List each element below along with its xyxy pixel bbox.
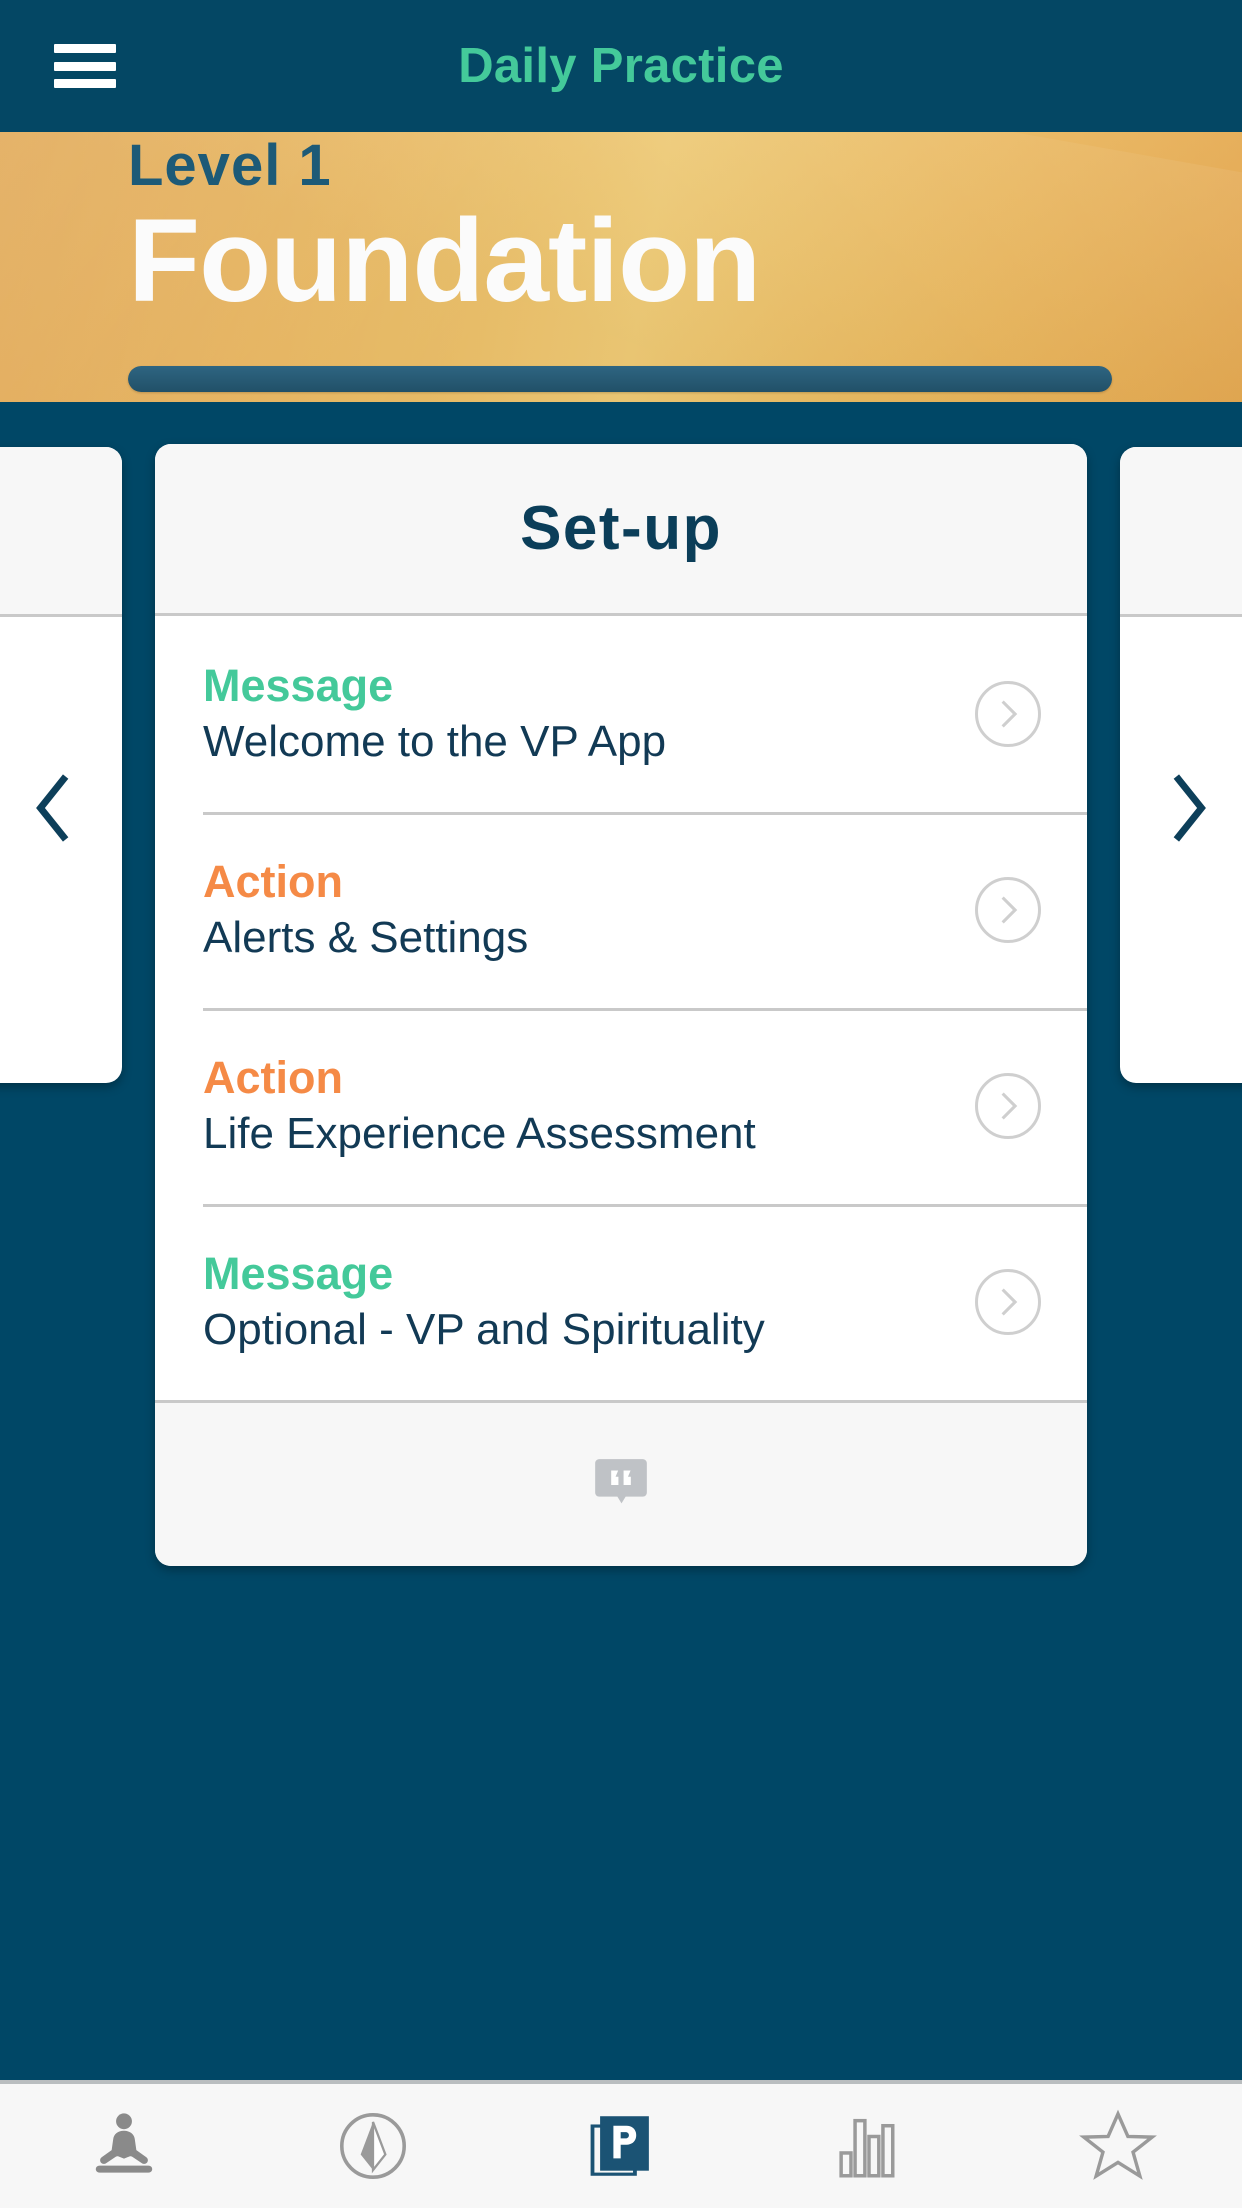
carousel-card-active: Set-up Message Welcome to the VP App Actio…	[155, 444, 1087, 1566]
quote-bubble-icon[interactable]	[590, 1454, 652, 1516]
list-item-open-button[interactable]	[975, 1073, 1041, 1139]
bar-chart-icon	[839, 2118, 895, 2178]
card-header: Set-up	[155, 444, 1087, 616]
bottom-navigation-bar	[0, 2080, 1242, 2208]
list-item-kind: Action	[203, 1052, 343, 1104]
list-item[interactable]: Action Alerts & Settings	[155, 812, 1087, 1008]
list-item-text: Action Alerts & Settings	[203, 855, 949, 965]
list-item-text: Message Welcome to the VP App	[203, 659, 949, 769]
list-item-kind: Action	[203, 856, 343, 908]
carousel-card-next-peek[interactable]	[1120, 447, 1242, 1083]
hamburger-menu-icon[interactable]	[54, 44, 116, 88]
list-item-open-button[interactable]	[975, 877, 1041, 943]
list-item-open-button[interactable]	[975, 1269, 1041, 1335]
level-banner-text: Level 1 Foundation	[128, 133, 1112, 327]
meditation-icon	[96, 2113, 153, 2173]
compass-navigation-icon	[339, 2113, 406, 2179]
list-item-text: Action Life Experience Assessment	[203, 1051, 949, 1161]
carousel-prev-button[interactable]	[12, 768, 92, 848]
nav-item-compass[interactable]	[248, 2084, 496, 2208]
app-root: Daily Practice Level 1 Foundation Set-up	[0, 0, 1242, 2208]
list-item-open-button[interactable]	[975, 681, 1041, 747]
level-progress-fill	[128, 365, 1112, 392]
carousel-card-previous-peek[interactable]	[0, 447, 122, 1083]
hamburger-bar-2	[54, 61, 116, 71]
nav-item-favorites[interactable]	[994, 2084, 1242, 2208]
practice-p-book-icon	[590, 2116, 649, 2176]
list-item-text: Message Optional - VP and Spirituality	[203, 1247, 949, 1357]
nav-item-meditation[interactable]	[0, 2084, 248, 2208]
app-bar: Daily Practice	[0, 0, 1242, 132]
card-footer	[155, 1400, 1087, 1566]
chevron-right-circle-icon	[1001, 1092, 1018, 1120]
level-label: Level 1	[128, 133, 332, 199]
chevron-left-icon	[36, 774, 69, 842]
level-title: Foundation	[128, 194, 761, 327]
hamburger-bar-3	[54, 79, 116, 88]
hamburger-bar-1	[54, 44, 116, 53]
level-progress-bar	[128, 365, 1112, 392]
list-item[interactable]: Action Life Experience Assessment	[155, 1008, 1087, 1204]
card-title: Set-up	[520, 494, 722, 563]
nav-item-progress[interactable]	[745, 2084, 993, 2208]
list-item-title: Welcome to the VP App	[203, 717, 667, 767]
chevron-right-circle-icon	[1001, 1288, 1018, 1316]
carousel-next-button[interactable]	[1150, 768, 1230, 848]
star-icon	[1078, 2109, 1157, 2180]
nav-item-practice[interactable]	[497, 2084, 745, 2208]
card-item-list: Message Welcome to the VP App Action Alerts…	[155, 616, 1087, 1400]
peek-card-header	[0, 447, 122, 617]
chevron-right-icon	[1173, 774, 1206, 842]
list-item-kind: Message	[203, 1248, 394, 1300]
level-banner: Level 1 Foundation	[0, 132, 1242, 402]
list-item[interactable]: Message Welcome to the VP App	[155, 616, 1087, 812]
card-carousel: Set-up Message Welcome to the VP App Actio…	[0, 444, 1242, 1566]
list-item-kind: Message	[203, 660, 394, 712]
chevron-right-circle-icon	[1001, 700, 1018, 728]
carousel-area: Set-up Message Welcome to the VP App Actio…	[0, 402, 1242, 2208]
list-item-title: Life Experience Assessment	[203, 1109, 756, 1159]
list-item-title: Alerts & Settings	[203, 913, 529, 963]
list-item[interactable]: Message Optional - VP and Spirituality	[155, 1204, 1087, 1400]
page-title: Daily Practice	[458, 39, 784, 93]
list-item-title: Optional - VP and Spirituality	[203, 1305, 765, 1355]
chevron-right-circle-icon	[1001, 896, 1018, 924]
peek-card-header	[1120, 447, 1242, 617]
